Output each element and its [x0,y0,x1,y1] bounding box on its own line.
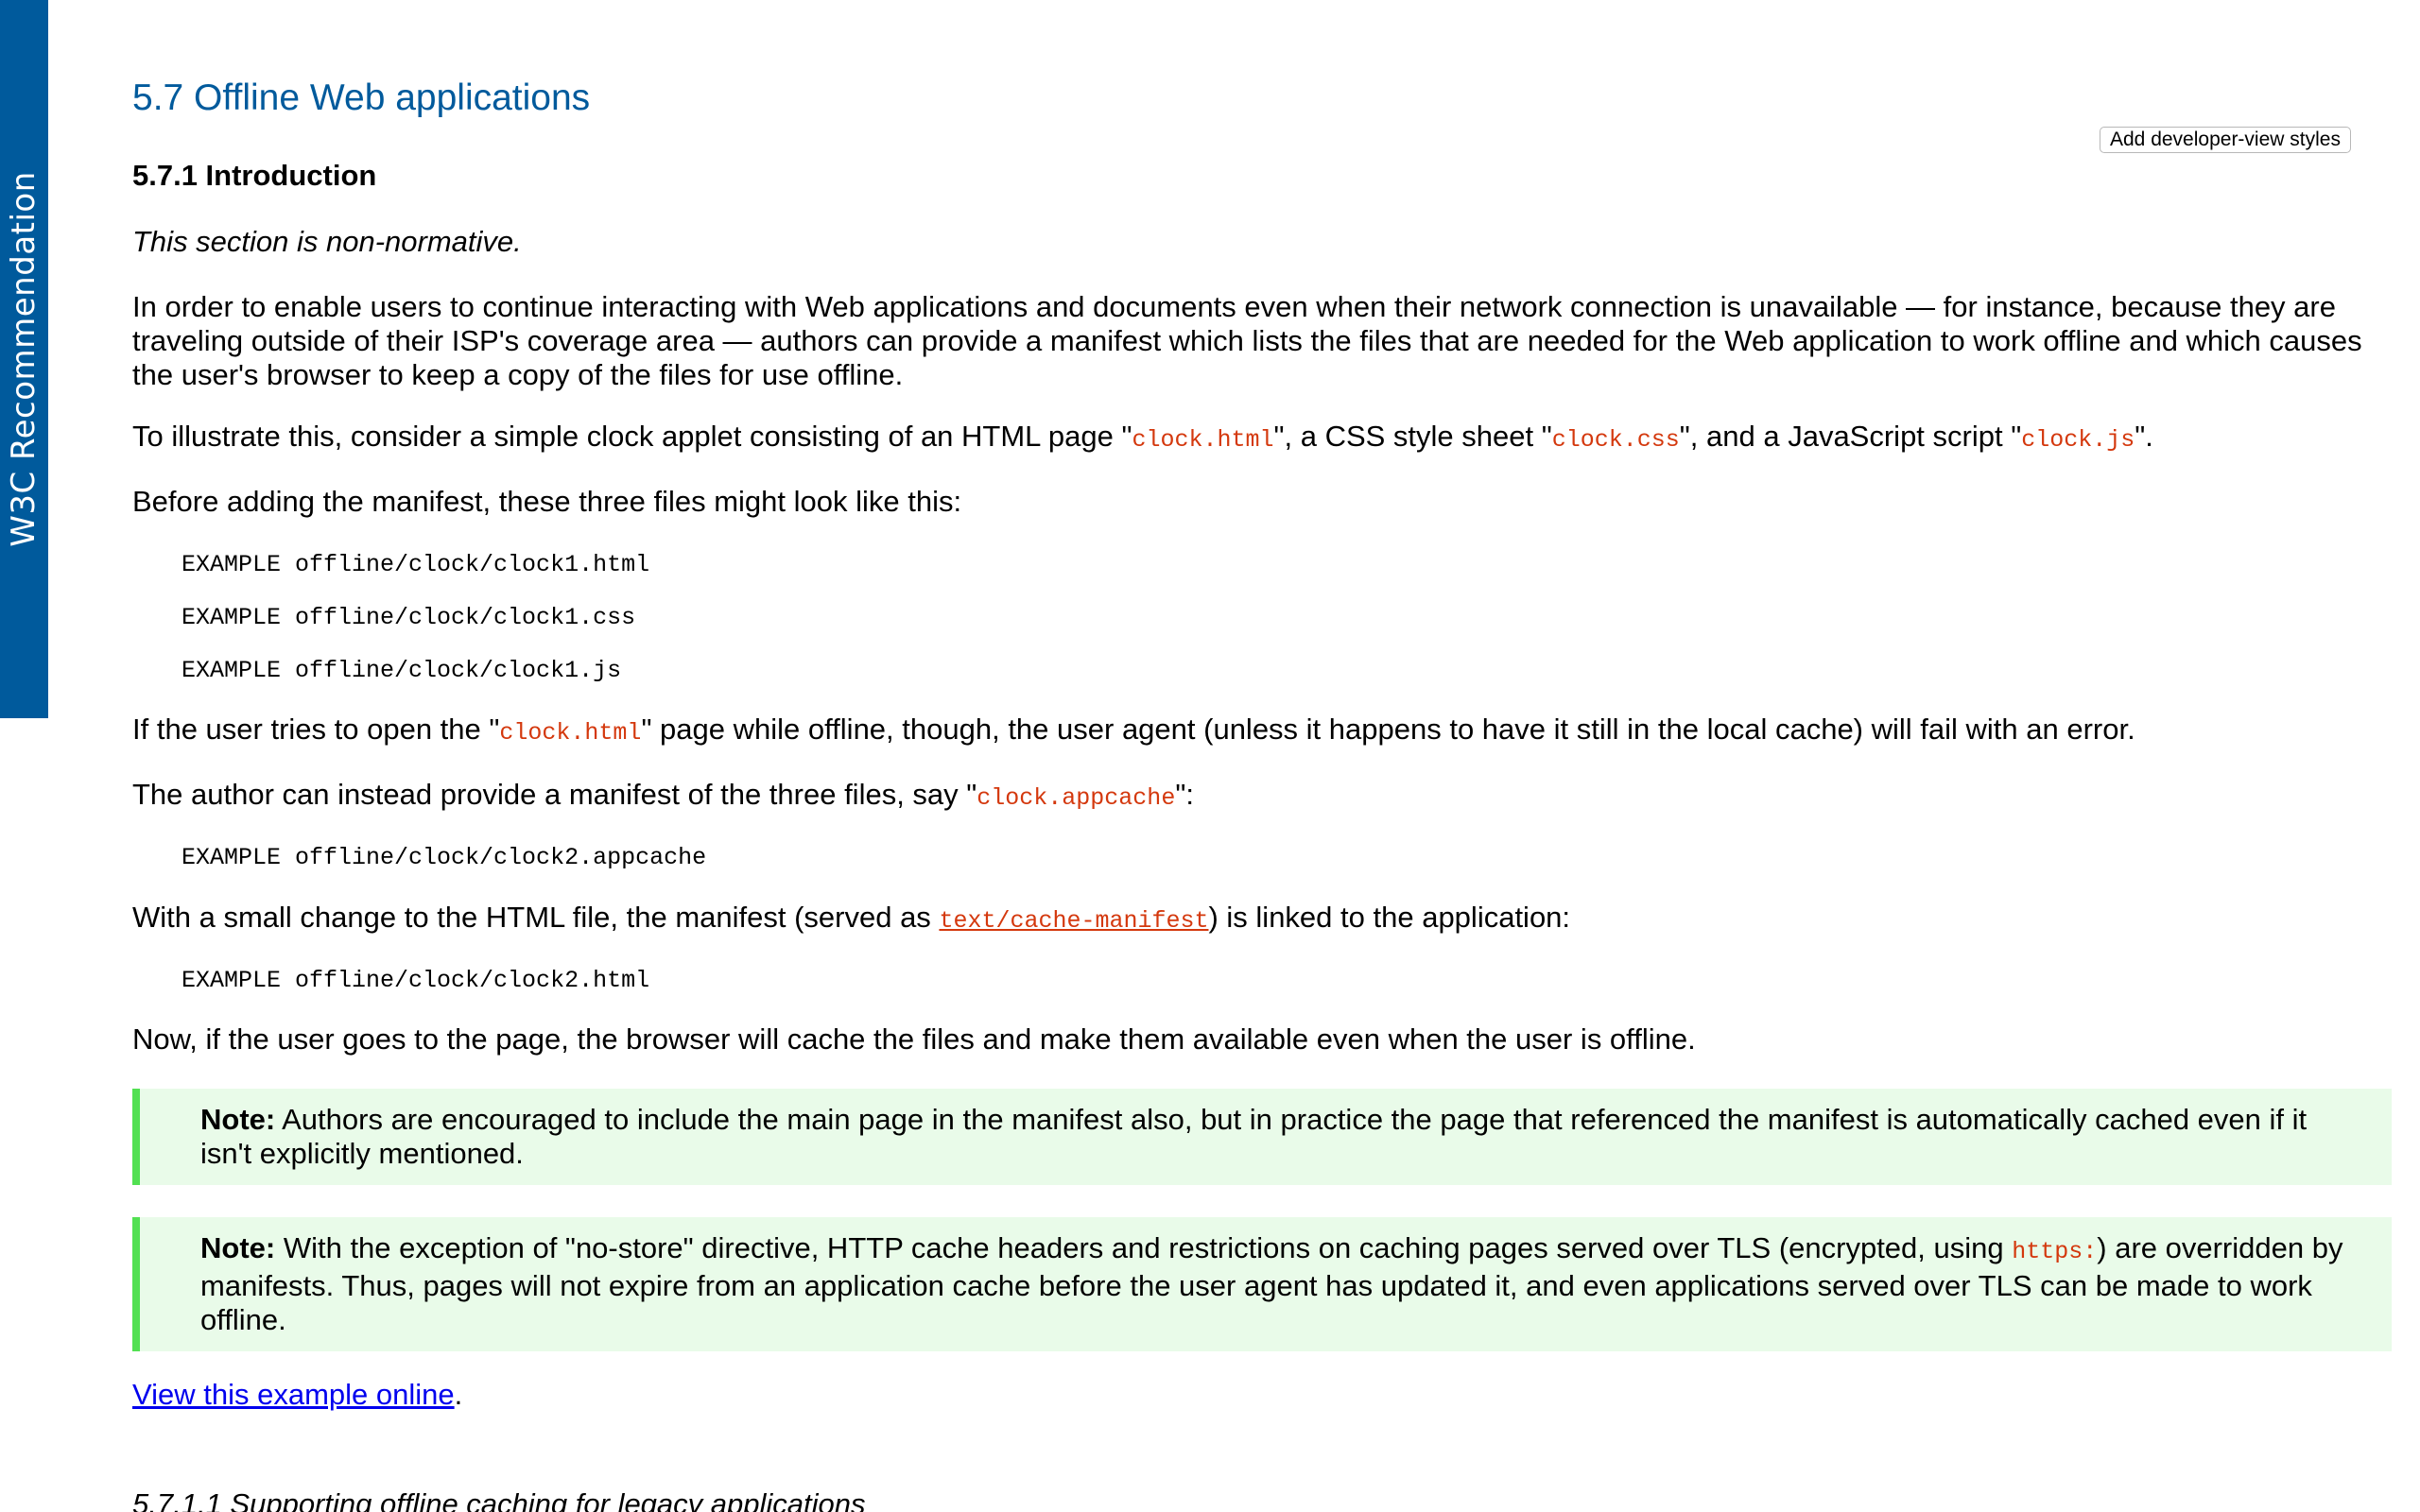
clock-html-code-2: clock.html [499,719,642,747]
view-online-period: . [454,1378,463,1411]
manifest-paragraph: The author can instead provide a manifes… [132,778,2392,816]
note-label-2: Note: [200,1231,276,1264]
example-clock1-js[interactable]: EXAMPLE offline/clock/clock1.js [182,658,621,684]
offline-error-text-2: " page while offline, though, the user a… [641,713,2135,746]
manifest-text-1: The author can instead provide a manifes… [132,778,977,811]
small-change-text-1: With a small change to the HTML file, th… [132,901,940,934]
example-clock2-html[interactable]: EXAMPLE offline/clock/clock2.html [182,968,649,994]
next-section-heading: 5.7.1.1 Supporting offline caching for l… [132,1487,866,1512]
note-main-page-text: Authors are encouraged to include the ma… [200,1103,2308,1170]
example-clock1-css[interactable]: EXAMPLE offline/clock/clock1.css [182,605,635,631]
offline-error-text-1: If the user tries to open the " [132,713,500,746]
subsection-title: 5.7.1 Introduction [132,159,377,192]
offline-error-paragraph: If the user tries to open the "clock.htm… [132,713,2392,750]
illustrate-text-2: ", a CSS style sheet " [1273,420,1552,453]
view-example-online-link[interactable]: View this example online [132,1378,455,1411]
illustrate-text-3: ", and a JavaScript script " [1679,420,2022,453]
clock-html-code: clock.html [1132,426,1274,454]
note-label: Note: [200,1103,276,1136]
w3c-recommendation-label: W3C Recommendation [5,171,43,547]
non-normative-note: This section is non-normative. [132,225,522,258]
manifest-text-2: ": [1175,778,1194,811]
w3c-recommendation-tab[interactable]: W3C Recommendation [0,0,48,718]
view-online-line: View this example online. [132,1378,462,1412]
clock-css-code: clock.css [1551,426,1680,454]
example-clock2-appcache[interactable]: EXAMPLE offline/clock/clock2.appcache [182,845,706,871]
now-paragraph: Now, if the user goes to the page, the b… [132,1022,1696,1056]
illustrate-paragraph: To illustrate this, consider a simple cl… [132,420,2392,457]
small-change-paragraph: With a small change to the HTML file, th… [132,901,2392,938]
before-manifest-paragraph: Before adding the manifest, these three … [132,485,962,518]
section-title: 5.7 Offline Web applications [132,77,591,118]
intro-paragraph: In order to enable users to continue int… [132,290,2362,391]
https-code: https: [2012,1238,2098,1265]
note-no-store-text-1: With the exception of "no-store" directi… [275,1231,2013,1264]
note-main-page: Note: Authors are encouraged to include … [132,1089,2392,1185]
text-cache-manifest-link[interactable]: text/cache-manifest [939,907,1208,935]
add-developer-view-styles-button[interactable]: Add developer-view styles [2100,127,2351,153]
small-change-text-2: ) is linked to the application: [1208,901,1571,934]
note-no-store: Note: With the exception of "no-store" d… [132,1217,2392,1351]
clock-js-code: clock.js [2021,426,2135,454]
example-clock1-html[interactable]: EXAMPLE offline/clock/clock1.html [182,552,649,578]
illustrate-text-4: ". [2135,420,2153,453]
illustrate-text-1: To illustrate this, consider a simple cl… [132,420,1132,453]
clock-appcache-code: clock.appcache [977,784,1176,812]
